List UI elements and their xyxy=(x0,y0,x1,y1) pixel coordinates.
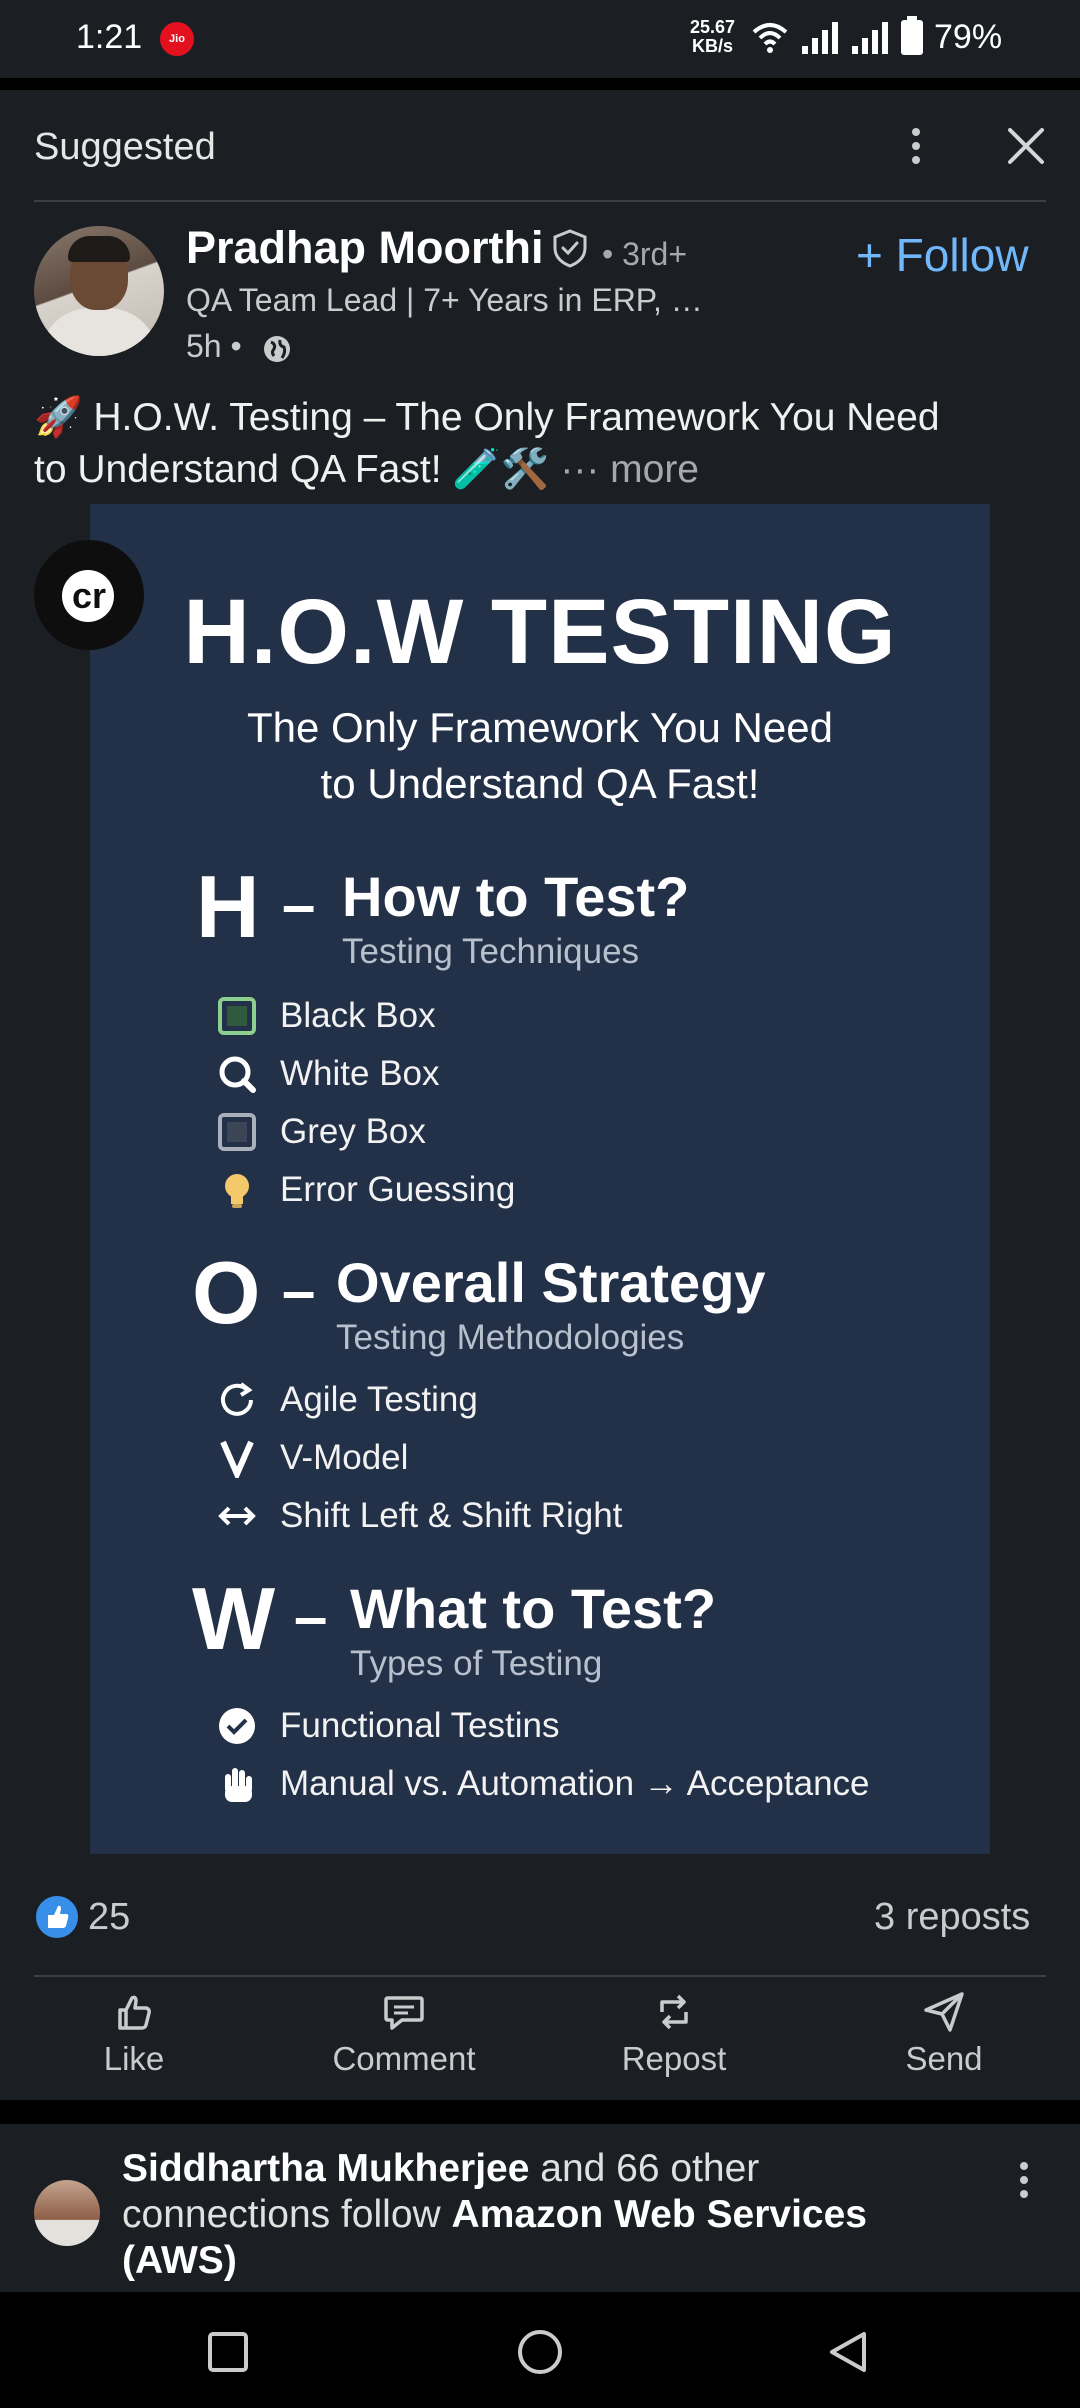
section-title: How to Test? xyxy=(342,865,690,928)
author-avatar[interactable] xyxy=(34,226,164,356)
section-subtitle: Testing Methodologies xyxy=(336,1318,685,1357)
section-subtitle: Types of Testing xyxy=(350,1644,603,1683)
thumbs-up-icon xyxy=(118,1995,151,2030)
network-speed-value: 25.67 xyxy=(690,17,736,37)
wifi-icon xyxy=(752,23,788,53)
clock: 1:21 xyxy=(76,18,143,56)
cycle-icon xyxy=(221,1382,253,1416)
repost-button[interactable]: Repost xyxy=(574,1990,774,2090)
send-icon xyxy=(924,1992,964,2032)
section-title: Overall Strategy xyxy=(336,1251,766,1314)
hand-icon xyxy=(225,1768,252,1802)
post-text-line: to Understand QA Fast! 🧪🛠️ xyxy=(34,448,550,491)
repost-icon xyxy=(660,1994,688,2030)
section-title: What to Test? xyxy=(350,1577,717,1640)
graphic-subtitle-line: to Understand QA Fast! xyxy=(320,760,760,807)
author-name[interactable]: Pradhap Moorthi xyxy=(186,222,544,274)
system-nav-bar xyxy=(0,2292,1080,2408)
divider xyxy=(0,78,1080,90)
lightbulb-icon xyxy=(225,1174,249,1208)
verified-shield-icon xyxy=(553,229,587,268)
divider xyxy=(34,200,1046,202)
section-subtitle: Testing Techniques xyxy=(342,932,640,971)
more-options-icon[interactable] xyxy=(904,122,928,170)
close-icon[interactable] xyxy=(1004,124,1048,168)
section-letter: W xyxy=(192,1569,276,1668)
network-speed: 25.67 KB/s xyxy=(690,18,735,56)
recents-icon[interactable] xyxy=(206,2330,250,2374)
send-label: Send xyxy=(905,2040,983,2077)
author-headline: QA Team Lead | 7+ Years in ERP, … xyxy=(186,282,703,318)
connection-follow-text[interactable]: Siddhartha Mukherjee and 66 other connec… xyxy=(122,2146,942,2284)
graphic-subtitle-line: The Only Framework You Need xyxy=(247,704,833,751)
section-letter: O xyxy=(192,1243,261,1342)
divider xyxy=(34,1975,1046,1977)
list-item: V-Model xyxy=(280,1438,409,1477)
grey-square-icon xyxy=(218,1113,256,1151)
list-item: White Box xyxy=(280,1054,440,1093)
network-speed-unit: KB/s xyxy=(692,36,734,56)
status-bar: 1:21 Jio 25.67 KB/s 79% xyxy=(0,0,1080,78)
signal-icon xyxy=(852,22,888,54)
v-letter-icon xyxy=(220,1440,254,1478)
post-text-line: 🚀 H.O.W. Testing – The Only Framework Yo… xyxy=(34,396,940,439)
list-item: Shift Left & Shift Right xyxy=(280,1496,623,1535)
follow-button[interactable]: + Follow xyxy=(856,228,1029,282)
feed-section-label: Suggested xyxy=(34,126,216,168)
connection-degree: • 3rd+ xyxy=(602,236,688,272)
list-item: Agile Testing xyxy=(280,1380,478,1419)
section-dash: – xyxy=(282,1257,316,1324)
list-item: Functional Testins xyxy=(280,1706,560,1745)
post-time: 5h • xyxy=(186,328,242,364)
home-icon[interactable] xyxy=(516,2328,564,2376)
list-item: Manual vs. Automation → Acceptance xyxy=(280,1764,870,1803)
see-more-link[interactable]: ··· more xyxy=(560,448,699,491)
green-square-icon xyxy=(218,997,256,1035)
divider xyxy=(0,2100,1080,2124)
connection-name[interactable]: Siddhartha Mukherjee xyxy=(122,2147,529,2190)
section-letter: H xyxy=(196,857,260,956)
repost-count[interactable]: 3 reposts xyxy=(874,1896,1030,1939)
more-options-icon[interactable] xyxy=(1012,2156,1036,2204)
comment-button[interactable]: Comment xyxy=(304,1990,504,2090)
comment-label: Comment xyxy=(332,2040,476,2077)
section-dash: – xyxy=(294,1583,328,1650)
like-reaction-icon[interactable] xyxy=(34,1894,80,1940)
list-item: Black Box xyxy=(280,996,436,1035)
repost-label: Repost xyxy=(621,2040,727,2077)
section-dash: – xyxy=(282,871,316,938)
carrier-icon: Jio xyxy=(160,22,194,56)
battery-percent: 79% xyxy=(934,18,1003,56)
graphic-subtitle: The Only Framework You Need to Understan… xyxy=(90,700,990,812)
like-button[interactable]: Like xyxy=(34,1990,234,2090)
check-circle-icon xyxy=(219,1708,255,1744)
list-item: Grey Box xyxy=(280,1112,426,1151)
battery-icon xyxy=(901,16,923,55)
reaction-count[interactable]: 25 xyxy=(88,1896,130,1939)
comment-icon xyxy=(384,1996,424,2030)
magnifier-icon xyxy=(219,1056,256,1093)
graphic-title: H.O.W TESTING xyxy=(183,581,897,683)
like-label: Like xyxy=(103,2040,165,2077)
globe-icon xyxy=(264,336,290,362)
back-icon[interactable] xyxy=(826,2330,870,2374)
signal-icon xyxy=(802,22,838,54)
post-text: 🚀 H.O.W. Testing – The Only Framework Yo… xyxy=(34,392,1054,496)
left-right-arrow-icon xyxy=(218,1506,256,1526)
list-item: Error Guessing xyxy=(280,1170,516,1209)
connection-avatar[interactable] xyxy=(34,2180,100,2246)
send-button[interactable]: Send xyxy=(844,1990,1044,2090)
